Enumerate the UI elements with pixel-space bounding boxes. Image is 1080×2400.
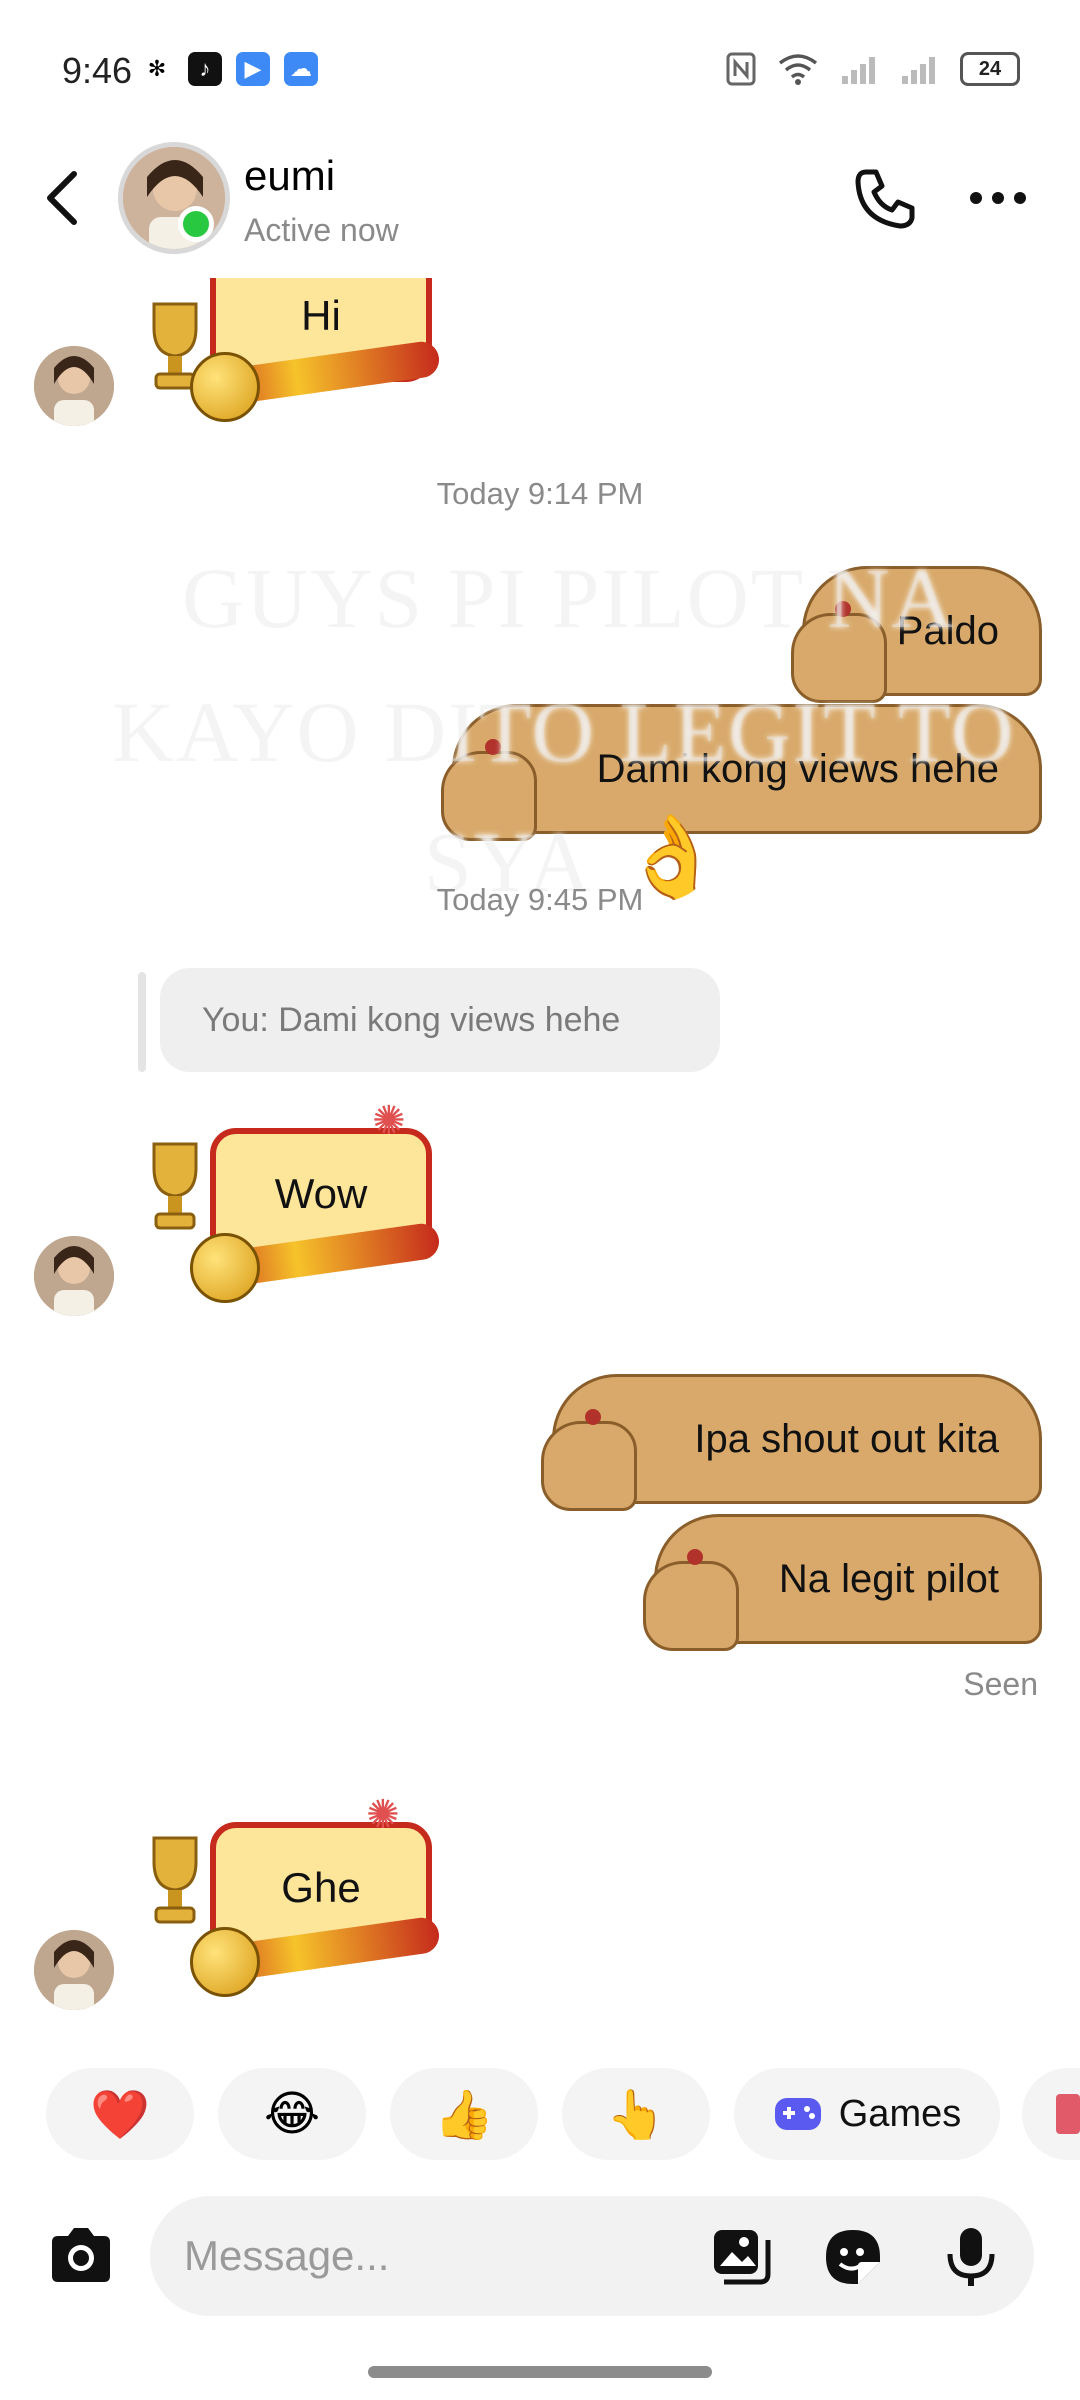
overlay-caption-line2: KAYO DITO LEGIT TO xyxy=(112,684,1016,780)
apple-decoration xyxy=(687,1549,703,1565)
seen-receipt: Seen xyxy=(963,1666,1038,1702)
active-status: Active now xyxy=(244,212,399,248)
sticker-message-legit[interactable]: Na legit pilot xyxy=(643,1514,1042,1651)
gallery-icon[interactable] xyxy=(710,2226,772,2288)
sticker-icon[interactable] xyxy=(822,2226,884,2288)
sticker-message-hi[interactable]: Hi xyxy=(140,278,440,428)
timestamp: Today 9:14 PM xyxy=(436,476,644,511)
online-indicator xyxy=(178,206,214,242)
timestamp: Today 9:45 PM xyxy=(436,882,644,917)
cloud-icon: ☁ xyxy=(284,52,318,86)
avatar-photo-icon xyxy=(34,1930,114,2010)
profile-avatar[interactable] xyxy=(118,142,230,254)
home-indicator[interactable] xyxy=(368,2366,712,2378)
overlay-caption-line1: GUYS PI PILOT NA xyxy=(182,550,956,646)
quick-reaction-thumbs-up[interactable]: 👍 xyxy=(390,2068,538,2160)
sender-avatar[interactable] xyxy=(34,346,114,426)
status-time: 9:46 xyxy=(62,50,133,91)
games-label: Games xyxy=(838,2092,962,2135)
quick-reaction-point-up[interactable]: 👆 xyxy=(562,2068,710,2160)
signal-2-icon xyxy=(902,57,935,84)
laugh-icon: 😂 xyxy=(263,2088,321,2141)
system-icons: 24 xyxy=(726,52,1020,86)
football-icon xyxy=(190,1927,260,1997)
message-input[interactable] xyxy=(184,2228,684,2284)
gamepad-icon xyxy=(774,2098,821,2130)
reply-indicator xyxy=(138,972,146,1072)
signal-1-icon xyxy=(842,57,875,84)
sender-avatar[interactable] xyxy=(34,1930,114,2010)
games-button[interactable]: Games xyxy=(734,2068,1000,2160)
football-icon xyxy=(190,352,260,422)
reply-preview[interactable]: You: Dami kong views hehe xyxy=(160,968,720,1072)
sparkle-icon: ✺ xyxy=(372,1099,406,1143)
phone-call-icon[interactable] xyxy=(852,166,918,232)
point-up-icon: 👆 xyxy=(606,2088,666,2142)
sticker-message-ghe[interactable]: Ghe ✺ xyxy=(140,1793,442,2012)
apple-decoration xyxy=(585,1409,601,1425)
contact-name[interactable]: eumi xyxy=(244,152,335,200)
sticker-chip-icon xyxy=(1056,2094,1080,2134)
tiktok-icon: ♪ xyxy=(188,52,222,86)
sparkle-icon: ✺ xyxy=(366,1793,400,1837)
pinwheel-icon: ✻ xyxy=(147,56,167,81)
sticker-message-shout[interactable]: Ipa shout out kita xyxy=(541,1374,1042,1511)
thumbs-up-icon: 👍 xyxy=(434,2088,494,2142)
sticker-message-wow[interactable]: Wow ✺ xyxy=(140,1099,442,1318)
microphone-icon[interactable] xyxy=(940,2226,1002,2288)
message-text: Na legit pilot xyxy=(778,1556,999,1601)
avatar-photo-icon xyxy=(34,1236,114,1316)
capybara-head xyxy=(541,1421,637,1511)
camera-icon[interactable] xyxy=(46,2224,116,2286)
message-text: Ipa shout out kita xyxy=(694,1416,999,1461)
wifi-icon xyxy=(778,54,818,85)
more-quick-reactions[interactable] xyxy=(1022,2068,1080,2160)
capybara-head xyxy=(643,1561,739,1651)
sender-avatar[interactable] xyxy=(34,1236,114,1316)
battery-icon: 24 xyxy=(960,52,1020,86)
avatar-photo-icon xyxy=(34,346,114,426)
notification-icons: ✻ ♪ ▶ ☁ xyxy=(140,52,318,86)
status-bar: 9:46 ✻ ♪ ▶ ☁ 24 xyxy=(0,0,1080,140)
heart-icon: ❤️ xyxy=(90,2088,150,2142)
trophy-icon xyxy=(152,1836,198,1924)
more-options-icon[interactable] xyxy=(968,188,1028,208)
quick-reaction-heart[interactable]: ❤️ xyxy=(46,2068,194,2160)
back-arrow-icon[interactable] xyxy=(42,168,82,228)
quick-reaction-laugh[interactable]: 😂 xyxy=(218,2068,366,2160)
trophy-icon xyxy=(152,1142,198,1230)
video-app-icon: ▶ xyxy=(236,52,270,86)
nfc-icon xyxy=(726,52,756,86)
football-icon xyxy=(190,1233,260,1303)
